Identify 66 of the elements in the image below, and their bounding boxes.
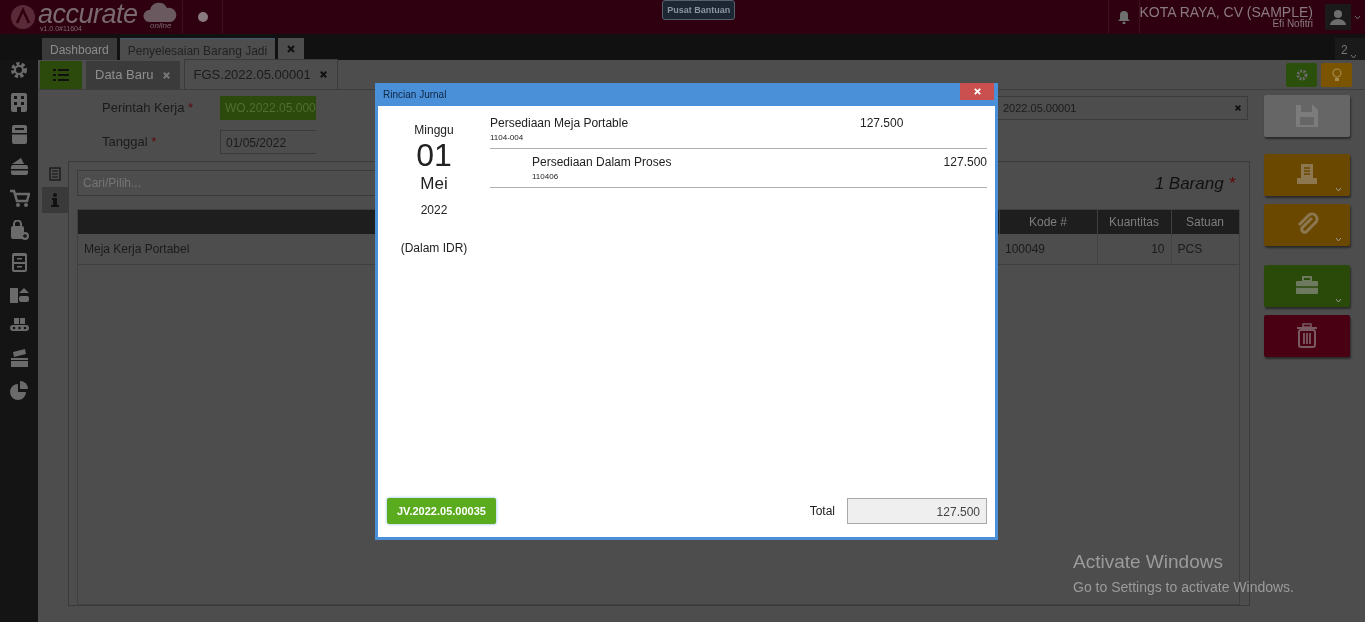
close-tab-button[interactable] bbox=[278, 38, 305, 60]
person-icon bbox=[1330, 9, 1346, 25]
caret-icon bbox=[1335, 298, 1342, 303]
debit-amount: 127.500 bbox=[860, 115, 902, 132]
currency-note: (Dalam IDR) bbox=[400, 239, 468, 257]
account-name: Persediaan Dalam Proses bbox=[532, 154, 673, 171]
caret-icon bbox=[1335, 237, 1342, 242]
toolbox-button[interactable] bbox=[1264, 265, 1350, 307]
logo-subtitle: online bbox=[150, 20, 172, 32]
close-icon[interactable] bbox=[318, 70, 328, 79]
column-header: Satuan bbox=[1171, 210, 1239, 234]
account-code: 1104-004 bbox=[490, 132, 525, 144]
document-icon bbox=[49, 167, 61, 181]
month-name: Mei bbox=[420, 173, 448, 195]
total-field: 127.500 bbox=[847, 497, 987, 524]
activation-message: Go to Settings to activate Windows. bbox=[1073, 577, 1294, 597]
total-label: Total bbox=[809, 502, 835, 520]
list-button[interactable] bbox=[40, 61, 82, 89]
tab[interactable] bbox=[42, 187, 68, 213]
voucher-link-button[interactable]: JV.2022.05.00035 bbox=[387, 497, 496, 524]
close-icon[interactable] bbox=[161, 70, 171, 80]
item-count: 1 Barang * bbox=[1153, 172, 1237, 195]
close-icon bbox=[972, 87, 982, 96]
settings-icon[interactable] bbox=[8, 60, 30, 81]
account-code: 110406 bbox=[532, 171, 560, 183]
delete-button[interactable] bbox=[1264, 315, 1350, 357]
column-header: Kuantitas bbox=[1097, 210, 1171, 234]
attach-button[interactable] bbox=[1264, 204, 1350, 246]
lightbulb-icon bbox=[1330, 67, 1343, 82]
avatar[interactable] bbox=[1325, 4, 1351, 30]
day-name: Minggu bbox=[414, 122, 454, 139]
tab[interactable]: Dashboard bbox=[42, 38, 117, 60]
date-number: 01 bbox=[416, 139, 452, 171]
print-button[interactable] bbox=[1264, 154, 1350, 196]
settings-button[interactable] bbox=[1286, 62, 1317, 87]
list-icon bbox=[53, 68, 69, 82]
tips-button[interactable] bbox=[1321, 62, 1352, 87]
column-header: Kode # bbox=[999, 210, 1097, 234]
bell-icon[interactable] bbox=[1117, 10, 1130, 24]
help-button[interactable]: Pusat Bantuan bbox=[662, 0, 736, 20]
caret-icon bbox=[1349, 54, 1357, 59]
activation-title: Activate Windows bbox=[1073, 550, 1224, 574]
close-icon bbox=[286, 44, 297, 54]
caret-icon[interactable] bbox=[1354, 14, 1361, 20]
count-text: 2 bbox=[1341, 42, 1348, 59]
window-count-button[interactable]: 2 bbox=[1335, 38, 1365, 60]
dialog-title: Rincian Jurnal bbox=[383, 88, 447, 102]
logo-text: accurate bbox=[38, 3, 138, 25]
company-name: KOTA RAYA, CV (SAMPLE) bbox=[1139, 3, 1313, 19]
cart-icon[interactable] bbox=[8, 188, 30, 209]
cloud-icon bbox=[143, 2, 177, 24]
logo-icon bbox=[10, 4, 36, 30]
close-button[interactable] bbox=[960, 83, 994, 100]
clear-icon[interactable] bbox=[1234, 104, 1242, 112]
settings-icon bbox=[1295, 68, 1308, 81]
account-name: Persediaan Meja Portable bbox=[490, 115, 630, 132]
tab[interactable]: Data Baru bbox=[86, 61, 180, 89]
building-icon[interactable] bbox=[8, 92, 30, 113]
pie-chart-icon[interactable] bbox=[8, 380, 30, 401]
year-text: 2022 bbox=[420, 201, 448, 219]
info-icon bbox=[51, 193, 59, 207]
user-name: Efi Nofitri bbox=[1272, 18, 1313, 31]
trash-icon bbox=[1294, 323, 1320, 349]
credit-amount: 127.500 bbox=[942, 154, 987, 171]
caret-icon bbox=[1335, 187, 1342, 192]
status-dot-icon bbox=[197, 12, 208, 22]
